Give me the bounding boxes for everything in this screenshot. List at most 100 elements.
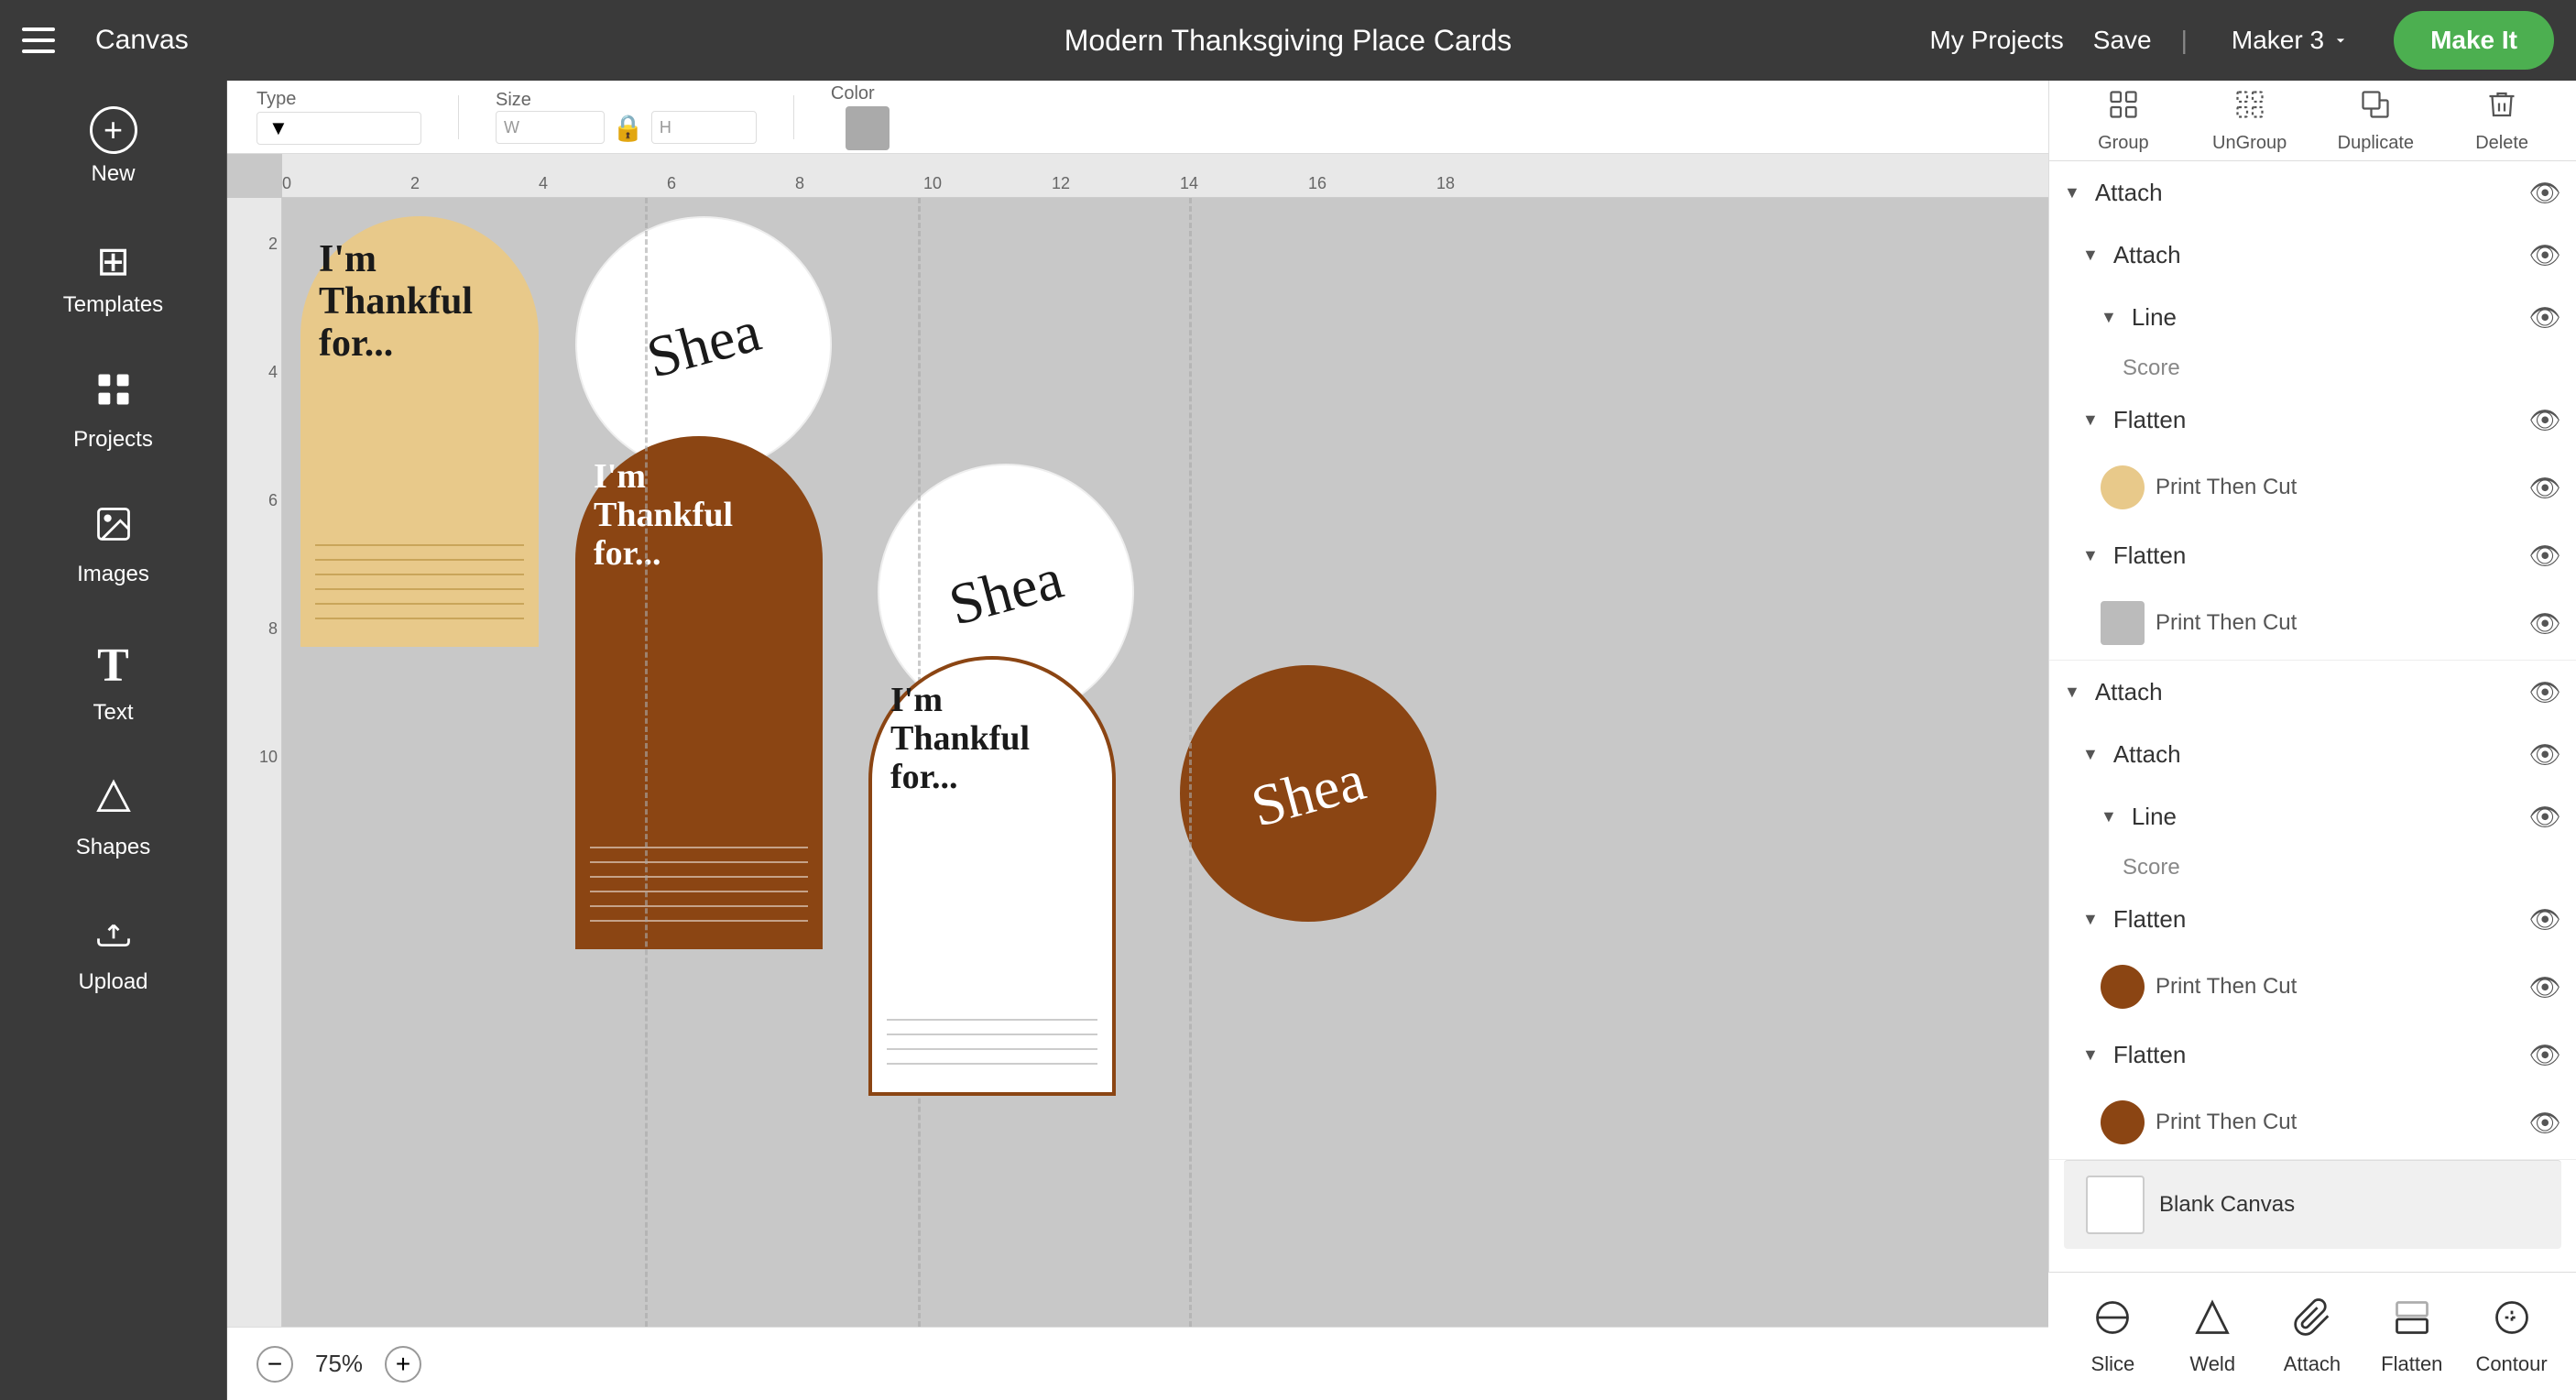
save-button[interactable]: Save — [2093, 26, 2152, 55]
attach-button[interactable]: Attach — [2263, 1297, 2363, 1376]
beige-arch-card[interactable]: I'mThankfulfor... — [300, 216, 539, 647]
layer-ptc-1[interactable]: Print Then Cut 👁 — [2086, 451, 2576, 524]
maker-selector[interactable]: Maker 3 — [2217, 18, 2364, 62]
shapes-icon — [93, 777, 134, 827]
collapse-icon-flatten-1: ▼ — [2082, 410, 2099, 430]
ptc-1-label: Print Then Cut — [2156, 475, 2517, 500]
sidebar-item-new[interactable]: + New — [0, 81, 226, 213]
eye-icon-attach-2[interactable]: 👁 — [2528, 677, 2561, 707]
zoom-out-button[interactable]: − — [257, 1346, 293, 1383]
height-input[interactable] — [675, 115, 748, 139]
zoom-in-button[interactable]: + — [385, 1346, 421, 1383]
eye-icon-ptc-3[interactable]: 👁 — [2528, 972, 2561, 1002]
type-input[interactable]: ▼ — [257, 112, 421, 145]
collapse-icon-line-2: ▼ — [2101, 807, 2117, 826]
slice-button[interactable]: Slice — [2063, 1297, 2163, 1376]
brown-circle[interactable]: Shea — [1180, 665, 1436, 922]
eye-icon-ptc-4[interactable]: 👁 — [2528, 1108, 2561, 1138]
eye-icon-ptc-2[interactable]: 👁 — [2528, 608, 2561, 639]
zoom-level: 75% — [315, 1350, 363, 1378]
layer-label-line-1: Line — [2132, 303, 2518, 332]
eye-icon-line-1[interactable]: 👁 — [2528, 302, 2561, 333]
eye-icon-flatten-4[interactable]: 👁 — [2528, 1040, 2561, 1070]
layer-ptc-2[interactable]: Print Then Cut 👁 — [2086, 586, 2576, 660]
color-swatch[interactable] — [846, 106, 890, 150]
layer-attach-2[interactable]: ▼ Attach 👁 — [2049, 661, 2576, 723]
canvas-content[interactable]: I'mThankfulfor... Shea I'mThankfulfor... — [282, 198, 2048, 1327]
layer-label-attach-1: Attach — [2095, 179, 2518, 207]
height-field[interactable]: H — [651, 111, 757, 144]
layer-line-1[interactable]: ▼ Line 👁 — [2086, 286, 2576, 348]
sidebar-item-templates[interactable]: ⊞ Templates — [0, 213, 226, 344]
brown-arch-card[interactable]: I'mThankfulfor... — [575, 436, 823, 949]
duplicate-icon — [2359, 88, 2392, 129]
eye-icon-ptc-1[interactable]: 👁 — [2528, 473, 2561, 503]
menu-button[interactable] — [22, 15, 73, 66]
weld-button[interactable]: Weld — [2163, 1297, 2263, 1376]
layers-panel[interactable]: ▼ Attach 👁 ▼ Attach 👁 ▼ Line 👁 Score — [2049, 161, 2576, 1272]
white-circle-top[interactable]: Shea — [575, 216, 832, 473]
contour-icon — [2492, 1297, 2532, 1347]
white-arch-card[interactable]: I'mThankfulfor... — [868, 656, 1116, 1096]
layer-label-attach-2: Attach — [2095, 678, 2518, 706]
top-actions: My Projects Save | Maker 3 Make It — [1930, 11, 2554, 70]
ptc-3-label: Print Then Cut — [2156, 974, 2517, 1000]
collapse-icon-flatten-3: ▼ — [2082, 910, 2099, 929]
eye-icon-flatten-2[interactable]: 👁 — [2528, 541, 2561, 571]
eye-icon-attach-1-sub[interactable]: 👁 — [2528, 240, 2561, 270]
eye-icon-flatten-3[interactable]: 👁 — [2528, 904, 2561, 935]
slice-icon — [2092, 1297, 2133, 1347]
sidebar-item-text[interactable]: T Text — [0, 613, 226, 751]
layer-ptc-3[interactable]: Print Then Cut 👁 — [2086, 950, 2576, 1023]
blank-canvas-indicator[interactable]: Blank Canvas — [2064, 1160, 2561, 1249]
contour-label: Contour — [2475, 1352, 2547, 1376]
width-input[interactable] — [523, 115, 596, 139]
ptc-3-thumb — [2101, 965, 2145, 1009]
weld-icon — [2192, 1297, 2232, 1347]
flatten-label: Flatten — [2381, 1352, 2442, 1376]
layer-group-attach-1: ▼ Attach 👁 ▼ Attach 👁 ▼ Line 👁 Score — [2049, 161, 2576, 661]
layer-flatten-1[interactable]: ▼ Flatten 👁 — [2068, 388, 2576, 451]
layer-attach-2-sub[interactable]: ▼ Attach 👁 — [2068, 723, 2576, 785]
flatten-button[interactable]: Flatten — [2362, 1297, 2461, 1376]
size-label: Size — [496, 90, 757, 111]
layer-attach-1-sub[interactable]: ▼ Attach 👁 — [2068, 224, 2576, 286]
eye-icon-flatten-1[interactable]: 👁 — [2528, 405, 2561, 435]
layer-flatten-3[interactable]: ▼ Flatten 👁 — [2068, 888, 2576, 950]
group-tool[interactable]: Group — [2071, 88, 2176, 154]
sidebar-item-images[interactable]: Images — [0, 478, 226, 613]
left-sidebar: + New ⊞ Templates Projects Images T Text… — [0, 0, 227, 1400]
lock-icon[interactable]: 🔒 — [612, 113, 644, 143]
eye-icon-attach-1[interactable]: 👁 — [2528, 178, 2561, 208]
layer-flatten-4[interactable]: ▼ Flatten 👁 — [2068, 1023, 2576, 1086]
make-it-button[interactable]: Make It — [2394, 11, 2554, 70]
my-projects-button[interactable]: My Projects — [1930, 26, 2064, 55]
sidebar-item-label-shapes: Shapes — [76, 835, 150, 860]
slice-label: Slice — [2091, 1352, 2135, 1376]
sidebar-item-shapes[interactable]: Shapes — [0, 751, 226, 886]
sidebar-item-projects[interactable]: Projects — [0, 344, 226, 478]
delete-tool[interactable]: Delete — [2450, 88, 2554, 154]
canvas-area[interactable]: 0 2 4 6 8 10 12 14 16 18 2 4 6 8 10 I'mT… — [227, 154, 2048, 1327]
eye-icon-line-2[interactable]: 👁 — [2528, 802, 2561, 832]
layer-label-flatten-1: Flatten — [2113, 406, 2518, 434]
layer-label-attach-1-sub: Attach — [2113, 241, 2518, 269]
layer-label-line-2: Line — [2132, 803, 2518, 831]
contour-button[interactable]: Contour — [2461, 1297, 2561, 1376]
ptc-4-label: Print Then Cut — [2156, 1110, 2517, 1135]
w-label: W — [504, 118, 519, 137]
layer-attach-1[interactable]: ▼ Attach 👁 — [2049, 161, 2576, 224]
width-field[interactable]: W — [496, 111, 605, 144]
layer-line-2[interactable]: ▼ Line 👁 — [2086, 785, 2576, 848]
duplicate-tool[interactable]: Duplicate — [2324, 88, 2429, 154]
layer-ptc-4[interactable]: Print Then Cut 👁 — [2086, 1086, 2576, 1159]
sidebar-item-upload[interactable]: Upload — [0, 886, 226, 1021]
eye-icon-attach-2-sub[interactable]: 👁 — [2528, 739, 2561, 770]
flatten-icon — [2392, 1297, 2432, 1347]
ungroup-tool[interactable]: UnGroup — [2198, 88, 2302, 154]
maker-label: Maker 3 — [2232, 26, 2324, 55]
h-label: H — [660, 118, 671, 137]
layer-flatten-2[interactable]: ▼ Flatten 👁 — [2068, 524, 2576, 586]
ptc-2-label: Print Then Cut — [2156, 610, 2517, 636]
ptc-4-thumb — [2101, 1100, 2145, 1144]
